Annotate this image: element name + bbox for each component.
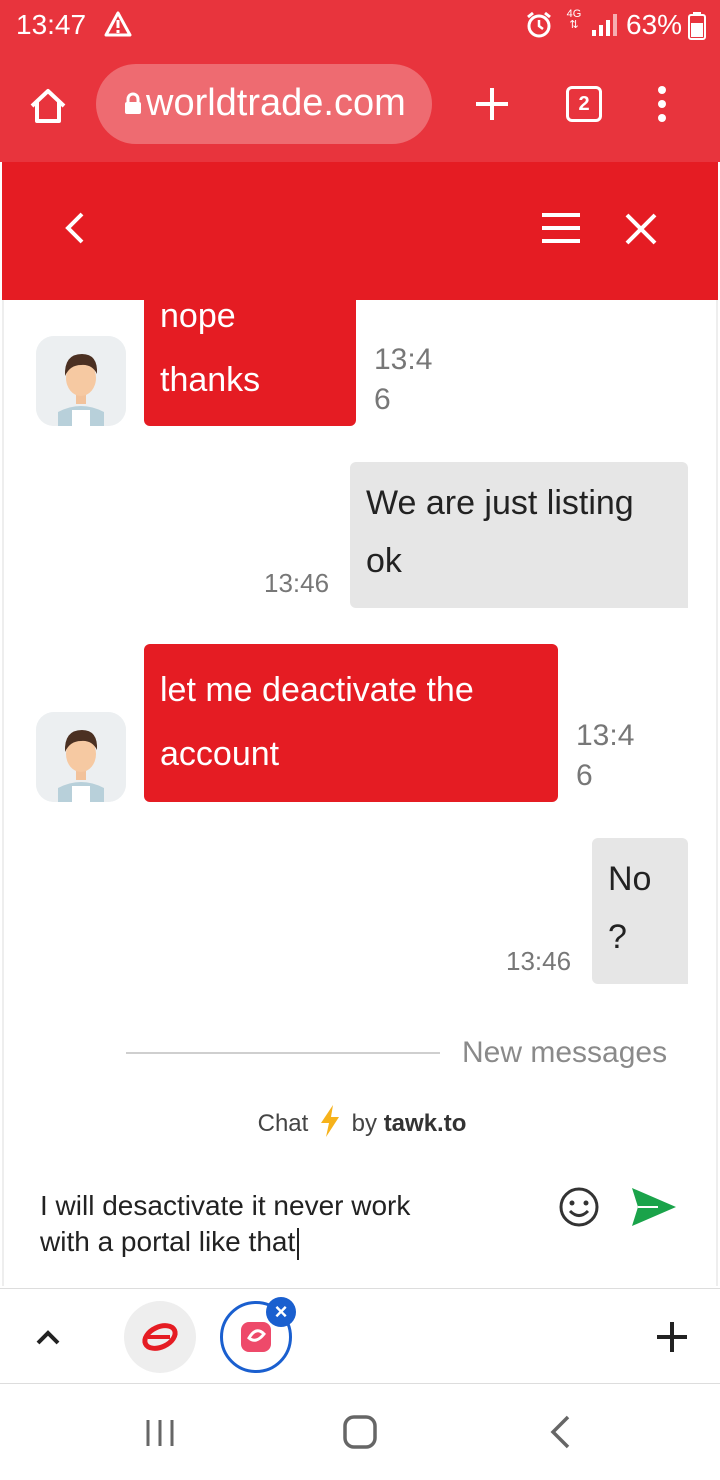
message-input[interactable]: I will desactivate it never work with a …	[40, 1188, 520, 1260]
avatar	[36, 336, 126, 426]
status-bar: 13:47 4G ⇅ 63%	[0, 0, 720, 50]
powered-by-bar: Chat by tawk.to	[2, 1086, 718, 1152]
agent-message: We are just listing ok	[350, 462, 688, 608]
tab-thumbnail[interactable]	[124, 1301, 196, 1373]
message-line: No	[608, 860, 652, 898]
message-line: nope	[160, 300, 236, 335]
browser-toolbar: worldtrade.com 2	[0, 50, 720, 162]
system-navigation-bar	[0, 1384, 720, 1480]
chat-messages[interactable]: nope thanks 13:4 6 13:46 We are just lis…	[2, 300, 718, 1086]
url-bar[interactable]: worldtrade.com	[96, 64, 432, 144]
back-chevron-icon	[550, 1415, 570, 1449]
visitor-message: nope thanks	[144, 300, 356, 426]
chat-header	[2, 162, 718, 300]
recent-apps-button[interactable]	[144, 1418, 176, 1453]
message-line: account	[160, 735, 280, 773]
send-icon	[632, 1188, 676, 1226]
message-line: let me deactivate the	[160, 671, 474, 709]
powered-by[interactable]: Chat by tawk.to	[4, 1104, 720, 1145]
close-icon	[625, 213, 657, 245]
agent-message: No ?	[592, 838, 688, 984]
new-tab-button[interactable]	[472, 84, 512, 124]
message-time: 13:46	[506, 946, 572, 976]
more-vert-icon	[658, 86, 666, 122]
input-line-caret: with a portal like that	[40, 1224, 520, 1260]
message-line: ok	[366, 542, 402, 580]
chat-menu-button[interactable]	[540, 212, 582, 249]
chevron-up-icon	[36, 1330, 60, 1345]
add-tab-button[interactable]	[654, 1319, 690, 1360]
emoji-button[interactable]	[558, 1186, 600, 1233]
chevron-left-icon	[65, 212, 84, 244]
plus-icon	[657, 1322, 687, 1352]
battery-icon	[688, 12, 706, 45]
smiley-icon	[559, 1187, 599, 1227]
close-tab-icon[interactable]: ×	[266, 1297, 296, 1327]
signal-icon	[590, 12, 620, 43]
powered-by-text: by	[351, 1109, 378, 1137]
new-messages-divider	[126, 1052, 440, 1054]
user-avatar-icon	[36, 712, 126, 802]
message-time: 13:46	[264, 568, 330, 598]
network-type: 4G ⇅	[566, 8, 582, 31]
new-messages-label[interactable]: New messages	[462, 1036, 667, 1070]
status-time: 13:47	[16, 9, 87, 40]
warning-icon	[104, 11, 132, 42]
input-line: I will desactivate it never work	[40, 1190, 411, 1221]
powered-prefix: Chat	[257, 1109, 309, 1137]
home-button[interactable]	[26, 84, 70, 128]
message-time: 13:4 6	[374, 343, 433, 416]
user-avatar-icon	[36, 336, 126, 426]
lightning-icon	[319, 1104, 341, 1145]
avatar	[36, 712, 126, 802]
expand-tabs-button[interactable]	[34, 1325, 62, 1354]
tab-strip: ×	[0, 1288, 720, 1384]
recents-icon	[146, 1420, 174, 1446]
url-text: worldtrade.com	[146, 82, 406, 124]
message-line: ?	[608, 918, 627, 956]
message-time: 13:4 6	[576, 719, 635, 792]
chat-close-button[interactable]	[622, 210, 660, 253]
alarm-icon	[524, 10, 554, 45]
send-button[interactable]	[630, 1186, 678, 1233]
overflow-menu-button[interactable]	[650, 82, 674, 126]
chat-back-button[interactable]	[58, 208, 92, 253]
back-nav-button[interactable]	[548, 1414, 574, 1455]
visitor-message: let me deactivate the account	[144, 644, 558, 802]
tab-switcher-button[interactable]: 2	[566, 86, 602, 122]
plus-icon	[476, 88, 508, 120]
brand-name: tawk.to	[383, 1109, 467, 1137]
home-icon	[30, 89, 66, 123]
home-nav-button[interactable]	[342, 1414, 378, 1455]
home-square-icon	[343, 1415, 377, 1449]
site-logo-icon	[142, 1323, 178, 1351]
message-line: thanks	[160, 361, 261, 399]
text-caret	[297, 1227, 300, 1260]
battery-percent: 63%	[626, 9, 683, 40]
message-line: We are just listing	[366, 484, 634, 522]
lock-icon	[124, 92, 142, 119]
app-screen: 13:47 4G ⇅ 63% worldtrade.com 2 nope tha…	[0, 0, 720, 1480]
hamburger-icon	[542, 213, 580, 243]
message-composer[interactable]: I will desactivate it never work with a …	[2, 1152, 718, 1286]
